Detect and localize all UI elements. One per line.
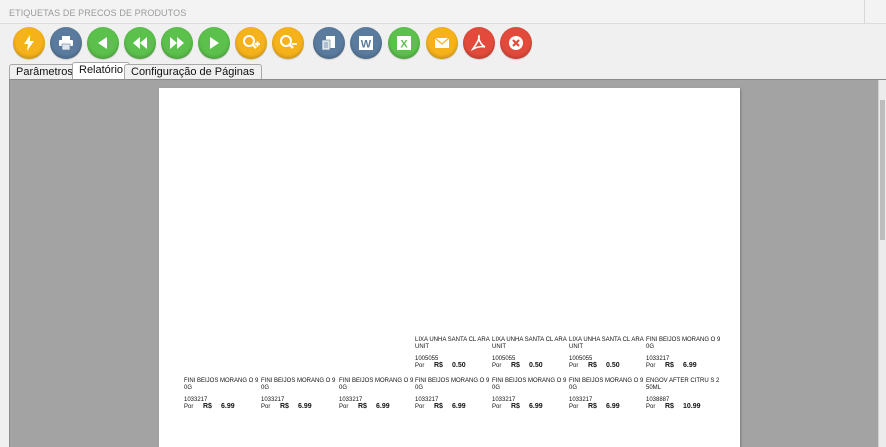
price-value: 0.50 bbox=[606, 362, 620, 369]
lightning-icon bbox=[24, 35, 34, 51]
tab-relatorio[interactable]: Relatório bbox=[72, 62, 131, 80]
close-icon bbox=[509, 36, 523, 50]
price-value: 6.99 bbox=[452, 403, 466, 410]
export-button[interactable] bbox=[313, 27, 345, 59]
excel-icon: X bbox=[397, 36, 411, 51]
zoom-out-icon bbox=[280, 35, 297, 49]
price-label: FINI BEIJOS MORANG O 90G 1033217 Por R$ 6.99 bbox=[184, 378, 260, 416]
currency-label: R$ bbox=[665, 403, 674, 410]
printer-icon bbox=[59, 36, 73, 51]
por-label: Por bbox=[492, 363, 502, 369]
last-page-button[interactable] bbox=[198, 27, 230, 59]
price-label: ENGOV AFTER CITRU S 250ML 1038887 Por R$ 10.… bbox=[646, 378, 722, 416]
report-viewer: LIXA UNHA SANTA CL ARA UNIT 1005055 Por R$ 0… bbox=[9, 79, 886, 447]
por-label: Por bbox=[339, 404, 349, 410]
price-label: LIXA UNHA SANTA CL ARA UNIT 1005055 Por R$ 0… bbox=[492, 337, 568, 375]
pdf-icon bbox=[470, 34, 486, 52]
product-name: FINI BEIJOS MORANG O 90G bbox=[415, 378, 490, 391]
currency-label: R$ bbox=[280, 403, 289, 410]
price-label: FINI BEIJOS MORANG O 90G 1033217 Por R$ 6.99 bbox=[569, 378, 645, 416]
double-right-icon bbox=[170, 37, 184, 49]
product-name: FINI BEIJOS MORANG O 90G bbox=[261, 378, 336, 391]
pdf-export-button[interactable] bbox=[463, 27, 495, 59]
price-value: 6.99 bbox=[298, 403, 312, 410]
product-name: FINI BEIJOS MORANG O 90G bbox=[646, 337, 721, 350]
first-page-button[interactable] bbox=[87, 27, 119, 59]
price-value: 6.99 bbox=[606, 403, 620, 410]
execute-button[interactable] bbox=[13, 27, 45, 59]
email-button[interactable] bbox=[426, 27, 458, 59]
por-label: Por bbox=[569, 363, 579, 369]
word-icon: W bbox=[359, 36, 373, 51]
vertical-scrollbar[interactable] bbox=[878, 80, 886, 447]
price-label: LIXA UNHA SANTA CL ARA UNIT 1005055 Por R$ 0… bbox=[415, 337, 491, 375]
svg-text:W: W bbox=[361, 39, 372, 51]
double-left-icon bbox=[133, 37, 147, 49]
currency-label: R$ bbox=[203, 403, 212, 410]
window-title: ETIQUETAS DE PRECOS DE PRODUTOS bbox=[9, 8, 187, 18]
currency-label: R$ bbox=[358, 403, 367, 410]
zoom-in-button[interactable] bbox=[235, 27, 267, 59]
currency-label: R$ bbox=[588, 403, 597, 410]
price-value: 10.99 bbox=[683, 403, 701, 410]
por-label: Por bbox=[492, 404, 502, 410]
por-label: Por bbox=[415, 404, 425, 410]
zoom-out-button[interactable] bbox=[272, 27, 304, 59]
close-button[interactable] bbox=[500, 27, 532, 59]
product-name: FINI BEIJOS MORANG O 90G bbox=[569, 378, 644, 391]
product-name: FINI BEIJOS MORANG O 90G bbox=[339, 378, 414, 391]
product-name: LIXA UNHA SANTA CL ARA UNIT bbox=[492, 337, 567, 350]
triangle-left-icon bbox=[98, 37, 107, 49]
tab-strip: Parâmetros Relatório Configuração de Pág… bbox=[0, 62, 886, 80]
price-value: 6.99 bbox=[529, 403, 543, 410]
currency-label: R$ bbox=[434, 403, 443, 410]
title-bar: ETIQUETAS DE PRECOS DE PRODUTOS bbox=[0, 0, 886, 24]
currency-label: R$ bbox=[434, 362, 443, 369]
product-name: LIXA UNHA SANTA CL ARA UNIT bbox=[415, 337, 490, 350]
product-name: FINI BEIJOS MORANG O 90G bbox=[492, 378, 567, 391]
scrollbar-thumb[interactable] bbox=[880, 100, 885, 240]
currency-label: R$ bbox=[588, 362, 597, 369]
triangle-right-icon bbox=[210, 37, 219, 49]
product-name: ENGOV AFTER CITRU S 250ML bbox=[646, 378, 720, 391]
print-button[interactable] bbox=[50, 27, 82, 59]
currency-label: R$ bbox=[511, 362, 520, 369]
price-label: FINI BEIJOS MORANG O 90G 1033217 Por R$ 6.99 bbox=[339, 378, 415, 416]
price-value: 6.99 bbox=[221, 403, 235, 410]
tab-parametros[interactable]: Parâmetros bbox=[9, 64, 80, 80]
price-value: 6.99 bbox=[376, 403, 390, 410]
por-label: Por bbox=[261, 404, 271, 410]
next-page-button[interactable] bbox=[161, 27, 193, 59]
window-edge bbox=[864, 0, 886, 24]
report-page: LIXA UNHA SANTA CL ARA UNIT 1005055 Por R$ 0… bbox=[159, 88, 740, 447]
currency-label: R$ bbox=[511, 403, 520, 410]
currency-label: R$ bbox=[665, 362, 674, 369]
por-label: Por bbox=[415, 363, 425, 369]
excel-export-button[interactable]: X bbox=[388, 27, 420, 59]
price-value: 6.99 bbox=[683, 362, 697, 369]
price-value: 0.50 bbox=[452, 362, 466, 369]
por-label: Por bbox=[184, 404, 194, 410]
product-name: LIXA UNHA SANTA CL ARA UNIT bbox=[569, 337, 644, 350]
previous-page-button[interactable] bbox=[124, 27, 156, 59]
por-label: Por bbox=[646, 363, 656, 369]
price-label: FINI BEIJOS MORANG O 90G 1033217 Por R$ 6.99 bbox=[646, 337, 722, 375]
mail-icon bbox=[434, 37, 450, 48]
word-export-button[interactable]: W bbox=[350, 27, 382, 59]
product-name: FINI BEIJOS MORANG O 90G bbox=[184, 378, 259, 391]
price-label: LIXA UNHA SANTA CL ARA UNIT 1005055 Por R$ 0… bbox=[569, 337, 645, 375]
price-value: 0.50 bbox=[529, 362, 543, 369]
export-icon bbox=[321, 36, 335, 51]
por-label: Por bbox=[569, 404, 579, 410]
tab-configuracao-paginas[interactable]: Configuração de Páginas bbox=[124, 64, 262, 80]
price-label: FINI BEIJOS MORANG O 90G 1033217 Por R$ 6.99 bbox=[415, 378, 491, 416]
zoom-in-icon bbox=[243, 35, 260, 49]
toolbar: W X bbox=[0, 24, 886, 62]
por-label: Por bbox=[646, 404, 656, 410]
price-label: FINI BEIJOS MORANG O 90G 1033217 Por R$ 6.99 bbox=[492, 378, 568, 416]
svg-text:X: X bbox=[400, 39, 408, 51]
price-label: FINI BEIJOS MORANG O 90G 1033217 Por R$ 6.99 bbox=[261, 378, 337, 416]
